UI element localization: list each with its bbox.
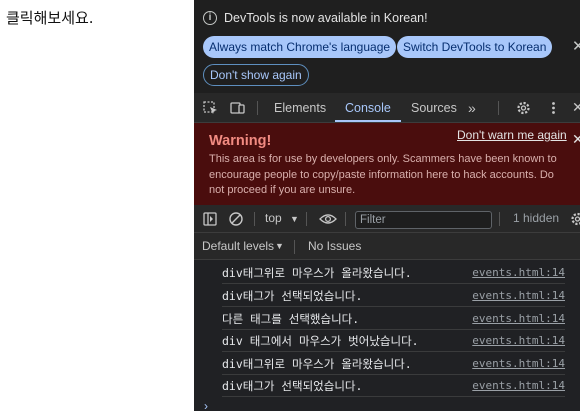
default-levels-dropdown[interactable]: Default levels bbox=[202, 239, 274, 253]
page-content: 클릭해보세요. bbox=[0, 0, 194, 411]
context-selector[interactable]: top bbox=[265, 211, 282, 225]
info-icon: i bbox=[203, 11, 217, 25]
self-xss-warning: Warning! Don't warn me again ✕ This area… bbox=[194, 123, 580, 205]
console-message: div태그가 선택되었습니다. events.html:14 bbox=[222, 284, 565, 307]
console-message: 다른 태그를 선택했습니다. events.html:14 bbox=[222, 307, 565, 330]
source-link[interactable]: events.html:14 bbox=[472, 266, 565, 279]
console-output: div태그위로 마우스가 올라왔습니다. events.html:14 div태… bbox=[194, 260, 580, 411]
console-message-text: div태그위로 마우스가 올라왔습니다. bbox=[222, 266, 412, 280]
console-settings-gear-icon[interactable] bbox=[570, 212, 580, 226]
warning-title: Warning! bbox=[209, 133, 272, 149]
warning-line: encourage people to copy/paste informati… bbox=[209, 168, 554, 181]
devtools-tab-bar: Elements Console Sources » ✕ bbox=[194, 93, 580, 123]
divider bbox=[306, 212, 307, 226]
source-link[interactable]: events.html:14 bbox=[472, 312, 565, 325]
source-link[interactable]: events.html:14 bbox=[472, 334, 565, 347]
filter-input[interactable]: Filter bbox=[355, 211, 492, 229]
device-toolbar-icon[interactable] bbox=[230, 101, 245, 115]
divider bbox=[499, 212, 500, 226]
dont-warn-again-link[interactable]: Don't warn me again bbox=[457, 128, 567, 142]
source-link[interactable]: events.html:14 bbox=[472, 357, 565, 370]
console-message-text: div 태그에서 마우스가 벗어났습니다. bbox=[222, 334, 419, 348]
tab-sources[interactable]: Sources bbox=[411, 93, 457, 122]
click-prompt-text[interactable]: 클릭해보세요. bbox=[6, 7, 94, 28]
divider bbox=[498, 101, 499, 115]
info-message: DevTools is now available in Korean! bbox=[224, 11, 428, 25]
divider bbox=[257, 101, 258, 115]
warning-line: not proceed if you are unsure. bbox=[209, 184, 356, 196]
divider bbox=[294, 240, 295, 254]
console-prompt[interactable]: › bbox=[204, 399, 208, 411]
console-message: div태그위로 마우스가 올라왔습니다. events.html:14 bbox=[222, 352, 565, 375]
inspect-element-icon[interactable] bbox=[203, 101, 218, 115]
kebab-menu-icon[interactable] bbox=[546, 101, 561, 115]
hidden-messages-count: 1 hidden bbox=[513, 211, 560, 225]
chevron-down-icon[interactable]: ▼ bbox=[290, 214, 299, 224]
language-info-bar: i DevTools is now available in Korean! A… bbox=[194, 0, 580, 93]
levels-bar: Default levels ▼ No Issues bbox=[194, 233, 580, 260]
dont-show-again-button[interactable]: Don't show again bbox=[203, 64, 309, 86]
close-icon[interactable]: ✕ bbox=[572, 37, 580, 55]
divider bbox=[345, 212, 346, 226]
more-tabs-icon[interactable]: » bbox=[468, 93, 476, 122]
settings-gear-icon[interactable] bbox=[516, 101, 531, 115]
tab-elements[interactable]: Elements bbox=[274, 93, 326, 122]
chevron-down-icon[interactable]: ▼ bbox=[275, 241, 284, 251]
switch-to-korean-button[interactable]: Switch DevTools to Korean bbox=[397, 36, 553, 58]
console-filter-bar: top ▼ Filter 1 hidden bbox=[194, 205, 580, 233]
issues-status[interactable]: No Issues bbox=[308, 239, 361, 253]
console-message-text: div태그위로 마우스가 올라왔습니다. bbox=[222, 357, 412, 371]
always-match-language-button[interactable]: Always match Chrome's language bbox=[203, 36, 397, 58]
divider bbox=[254, 212, 255, 226]
clear-console-icon[interactable] bbox=[229, 212, 244, 226]
console-message: div 태그에서 마우스가 벗어났습니다. events.html:14 bbox=[222, 329, 565, 352]
warning-line: This area is for use by developers only.… bbox=[209, 153, 557, 165]
console-message: div태그가 선택되었습니다. events.html:14 bbox=[222, 374, 565, 397]
close-icon[interactable]: ✕ bbox=[572, 131, 580, 148]
sidebar-toggle-icon[interactable] bbox=[203, 212, 218, 226]
source-link[interactable]: events.html:14 bbox=[472, 289, 565, 302]
warning-message: This area is for use by developers only.… bbox=[209, 152, 580, 199]
console-message: div태그위로 마우스가 올라왔습니다. events.html:14 bbox=[222, 261, 565, 284]
console-message-text: 다른 태그를 선택했습니다. bbox=[222, 312, 360, 326]
devtools-panel: i DevTools is now available in Korean! A… bbox=[194, 0, 580, 411]
source-link[interactable]: events.html:14 bbox=[472, 379, 565, 392]
tab-console[interactable]: Console bbox=[335, 93, 401, 122]
close-devtools-icon[interactable]: ✕ bbox=[572, 99, 580, 116]
console-message-text: div태그가 선택되었습니다. bbox=[222, 379, 363, 393]
live-expression-eye-icon[interactable] bbox=[319, 212, 337, 226]
console-message-text: div태그가 선택되었습니다. bbox=[222, 289, 363, 303]
